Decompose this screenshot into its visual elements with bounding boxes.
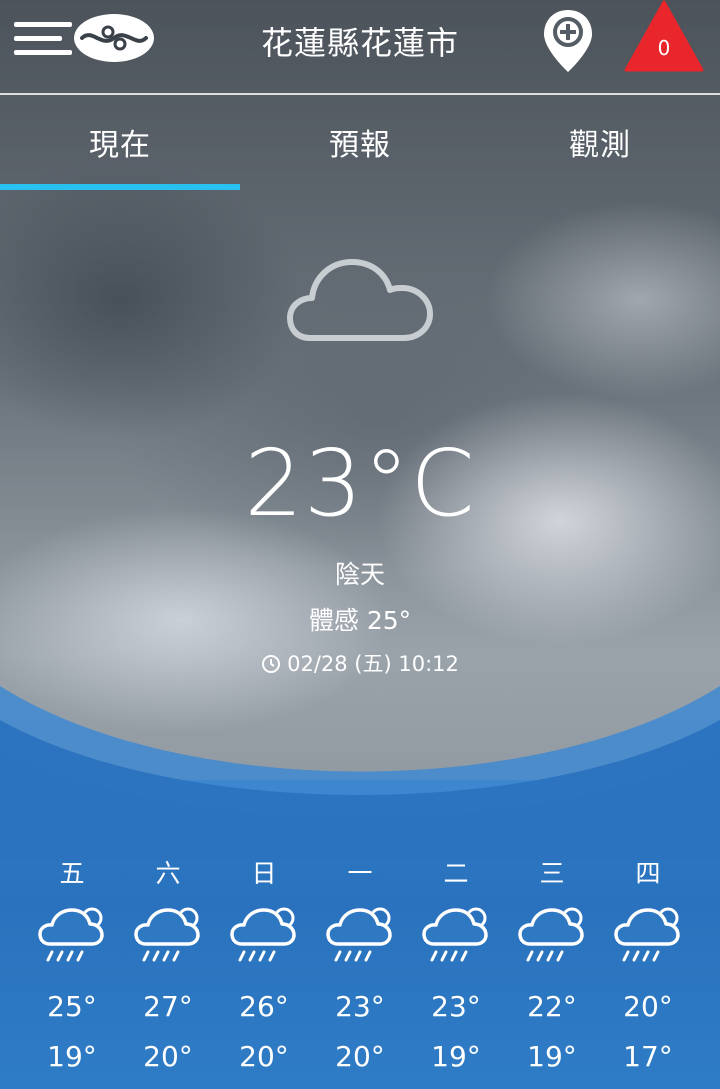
forecast-high: 26° — [239, 990, 289, 1023]
tab-now[interactable]: 現在 — [0, 120, 240, 164]
menu-icon[interactable] — [14, 22, 72, 56]
updated-time-text: 02/28 (五) 10:12 — [287, 652, 459, 676]
weekly-forecast: 五 25° 19° 六 27° 20° 日 26° 20° 一 23° 20° … — [24, 852, 696, 1082]
forecast-low: 20° — [239, 1040, 289, 1073]
forecast-day-label: 四 — [635, 859, 661, 888]
updated-time: 02/28 (五) 10:12 — [0, 648, 720, 678]
rain-cloud-icon — [422, 907, 488, 962]
rain-cloud-icon — [326, 907, 392, 962]
rain-cloud-icon — [518, 907, 584, 962]
rain-cloud-icon — [38, 907, 104, 962]
rain-cloud-icon — [134, 907, 200, 962]
forecast-day-label: 二 — [443, 859, 469, 888]
forecast-low: 19° — [431, 1040, 481, 1073]
cloud-icon — [287, 259, 433, 341]
forecast-high: 20° — [623, 990, 673, 1023]
feels-like: 體感 25° — [0, 601, 720, 637]
active-tab-indicator — [0, 184, 240, 190]
forecast-low: 20° — [143, 1040, 193, 1073]
forecast-high: 25° — [47, 990, 97, 1023]
current-temperature: 23°C — [244, 430, 476, 537]
forecast-high: 23° — [335, 990, 385, 1023]
clock-icon — [262, 655, 281, 673]
wave-divider — [0, 686, 720, 860]
app-header: 花蓮縣花蓮市 0 — [0, 0, 720, 92]
forecast-low: 20° — [335, 1040, 385, 1073]
tab-bar: 現在 預報 觀測 — [0, 96, 720, 192]
forecast-day-label: 六 — [155, 859, 181, 888]
current-condition: 陰天 — [334, 560, 385, 589]
add-location-pin-icon[interactable] — [540, 6, 596, 76]
forecast-high: 22° — [527, 990, 577, 1023]
forecast-day-label: 一 — [347, 859, 373, 888]
cwb-logo-icon — [74, 14, 154, 62]
forecast-low: 19° — [527, 1040, 577, 1073]
forecast-low: 19° — [47, 1040, 97, 1073]
rain-cloud-icon — [230, 907, 296, 962]
rain-cloud-icon — [614, 907, 680, 962]
feels-like-label: 體感 — [308, 606, 359, 635]
tab-observation[interactable]: 觀測 — [480, 120, 720, 164]
forecast-day-label: 五 — [59, 859, 85, 888]
feels-like-value: 25° — [366, 606, 412, 635]
location-title[interactable]: 花蓮縣花蓮市 — [200, 18, 520, 64]
forecast-day-label: 三 — [539, 859, 565, 888]
forecast-high: 23° — [431, 990, 481, 1023]
forecast-low: 17° — [623, 1040, 673, 1073]
forecast-day-label: 日 — [251, 859, 277, 888]
header-divider — [0, 93, 720, 95]
alert-count-badge[interactable]: 0 — [624, 36, 704, 60]
forecast-high: 27° — [143, 990, 193, 1023]
tab-forecast[interactable]: 預報 — [240, 120, 480, 164]
